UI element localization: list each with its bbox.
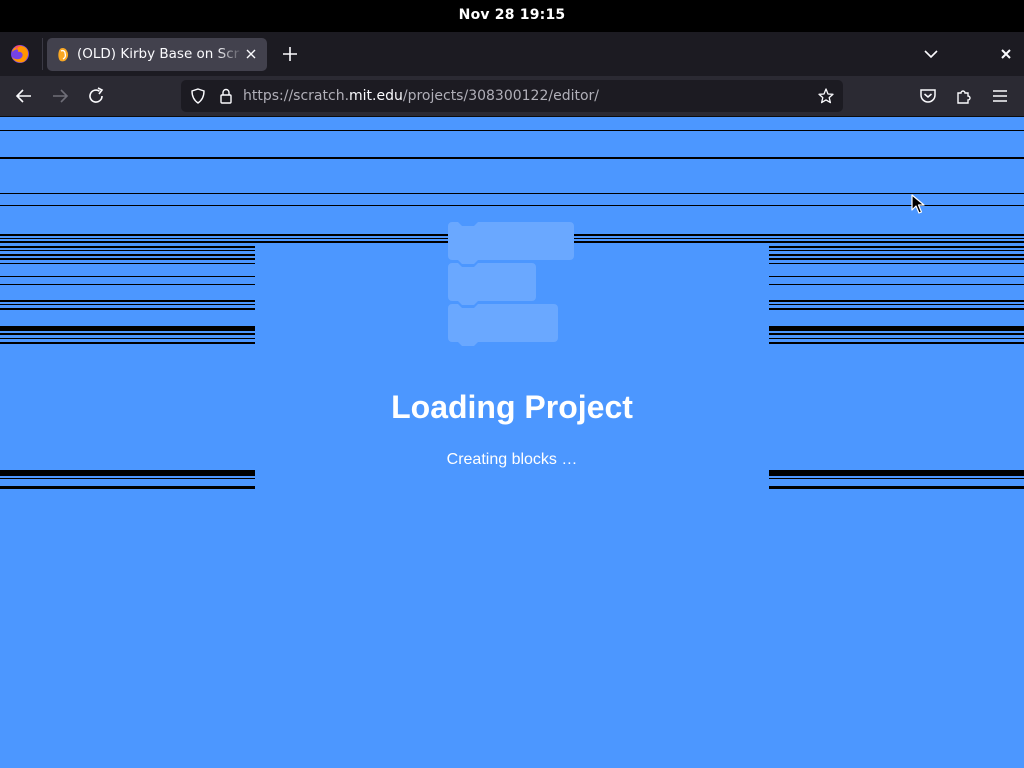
back-arrow-icon[interactable] [13,85,35,107]
extensions-puzzle-icon[interactable] [953,85,975,107]
firefox-icon[interactable] [9,43,31,65]
scratch-loading-screen [0,117,1024,768]
tab-title-fade [217,42,243,66]
window-close-icon[interactable] [997,45,1015,63]
url-prefix: https://scratch. [243,88,350,104]
chevron-down-icon[interactable] [922,45,940,63]
url-path: /projects/308300122/editor/ [402,88,599,104]
hamburger-menu-icon[interactable] [989,85,1011,107]
tab-close-icon[interactable] [243,46,259,62]
render-glitch-stripe [0,193,1024,194]
scratch-favicon-icon [58,47,69,62]
browser-tab-strip: (OLD) Kirby Base on Scratch [0,32,1024,76]
browser-nav-bar: https://scratch.mit.edu/projects/3083001… [0,76,1024,117]
reload-icon[interactable] [85,85,107,107]
tab-separator [42,38,43,70]
url-text[interactable]: https://scratch.mit.edu/projects/3083001… [243,88,599,104]
mouse-cursor-icon [911,194,925,214]
tracking-protection-shield-icon[interactable] [189,87,207,105]
render-glitch-stripe [0,130,1024,131]
url-domain: mit.edu [349,88,403,104]
render-glitch-stripe [0,157,1024,159]
system-clock[interactable]: Nov 28 19:15 [0,7,1024,23]
bookmark-star-icon[interactable] [817,87,835,105]
loading-message: Creating blocks … [446,451,578,468]
loading-title: Loading Project [391,389,633,425]
lock-icon[interactable] [217,87,235,105]
address-bar[interactable]: https://scratch.mit.edu/projects/3083001… [181,80,843,112]
scratch-blocks-icon [448,222,574,346]
render-glitch-stripe [0,205,1024,206]
system-top-bar: Nov 28 19:15 [0,0,1024,32]
tab-active[interactable]: (OLD) Kirby Base on Scratch [47,38,267,71]
forward-arrow-icon[interactable] [49,85,71,107]
pocket-icon[interactable] [917,85,939,107]
tab-title: (OLD) Kirby Base on Scratch [77,46,240,62]
new-tab-icon[interactable] [280,44,300,64]
